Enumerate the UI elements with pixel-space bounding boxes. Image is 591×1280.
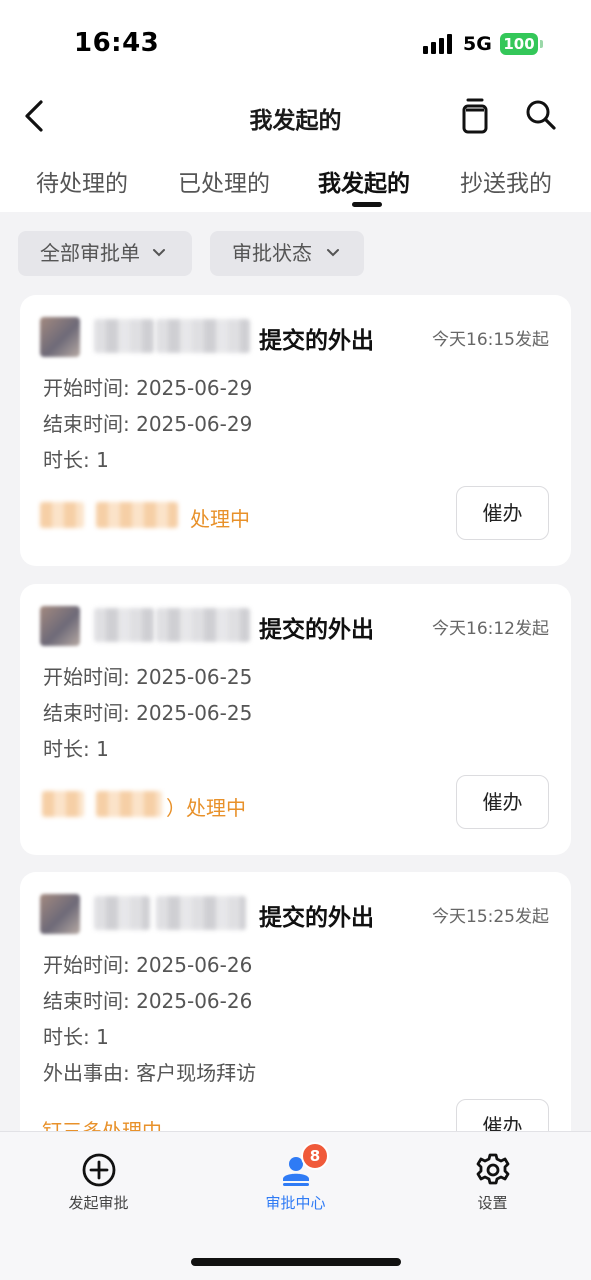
redacted-name xyxy=(156,608,250,642)
field-end: 结束时间: 2025-06-26 xyxy=(43,989,253,1013)
card-title: 提交的外出 xyxy=(259,905,374,931)
redacted-approver xyxy=(40,502,84,528)
tab-start-approval[interactable]: 发起审批 xyxy=(0,1132,197,1232)
battery-icon: 100 xyxy=(500,33,538,55)
tab-label: 发起审批 xyxy=(68,1194,129,1212)
redacted-name xyxy=(156,319,250,353)
signal-icon xyxy=(423,34,455,54)
plus-circle-icon xyxy=(82,1153,116,1187)
card-time: 今天16:12发起 xyxy=(432,619,549,639)
avatar xyxy=(40,317,80,357)
nav-header: 我发起的 xyxy=(0,88,591,148)
field-start: 开始时间: 2025-06-29 xyxy=(43,376,253,400)
tab-cc[interactable]: 抄送我的 xyxy=(460,164,552,198)
redacted-approver xyxy=(96,791,162,817)
approval-card[interactable]: 提交的外出 今天16:12发起 开始时间: 2025-06-25 结束时间: 2… xyxy=(20,584,571,855)
avatar xyxy=(40,606,80,646)
approval-card[interactable]: 提交的外出 今天16:15发起 开始时间: 2025-06-29 结束时间: 2… xyxy=(20,295,571,566)
redacted-name xyxy=(94,896,150,930)
status-text: 处理中 xyxy=(190,507,250,531)
urge-button[interactable]: 催办 xyxy=(456,486,549,540)
network-label: 5G xyxy=(463,33,492,55)
field-end: 结束时间: 2025-06-25 xyxy=(43,701,253,725)
tab-indicator xyxy=(352,202,382,207)
field-duration: 时长: 1 xyxy=(43,448,109,472)
urge-button[interactable]: 催办 xyxy=(456,775,549,829)
filter-label: 全部审批单 xyxy=(40,241,140,265)
search-icon[interactable] xyxy=(524,98,558,132)
redacted-name xyxy=(94,608,154,642)
redacted-approver xyxy=(42,791,84,817)
redacted-approver xyxy=(96,502,178,528)
battery-cap xyxy=(540,40,543,48)
field-start: 开始时间: 2025-06-25 xyxy=(43,665,253,689)
field-duration: 时长: 1 xyxy=(43,1025,109,1049)
chevron-down-icon xyxy=(327,249,339,257)
card-title: 提交的外出 xyxy=(259,328,374,354)
field-duration: 时长: 1 xyxy=(43,737,109,761)
card-time: 今天15:25发起 xyxy=(432,907,549,927)
tab-settings[interactable]: 设置 xyxy=(394,1132,591,1232)
home-indicator xyxy=(191,1258,401,1266)
filter-label: 审批状态 xyxy=(232,241,312,265)
tab-approval-center[interactable]: 8 审批中心 xyxy=(197,1132,394,1232)
chevron-down-icon xyxy=(153,249,165,257)
card-time: 今天16:15发起 xyxy=(432,330,549,350)
field-start: 开始时间: 2025-06-26 xyxy=(43,953,253,977)
tab-initiated[interactable]: 我发起的 xyxy=(318,164,410,198)
notification-badge: 8 xyxy=(301,1142,329,1170)
filter-all-forms[interactable]: 全部审批单 xyxy=(18,231,192,276)
approval-card[interactable]: 提交的外出 今天15:25发起 开始时间: 2025-06-26 结束时间: 2… xyxy=(20,872,571,1172)
status-bar: 16:43 5G 100 xyxy=(0,0,591,88)
gear-icon xyxy=(476,1153,510,1185)
tab-processed[interactable]: 已处理的 xyxy=(178,164,270,198)
tab-pending[interactable]: 待处理的 xyxy=(36,164,128,198)
field-reason: 外出事由: 客户现场拜访 xyxy=(43,1061,257,1085)
clipboard-icon[interactable] xyxy=(458,96,492,136)
field-end: 结束时间: 2025-06-29 xyxy=(43,412,253,436)
status-text: ）处理中 xyxy=(166,796,246,820)
redacted-name xyxy=(156,896,246,930)
status-time: 16:43 xyxy=(74,28,160,58)
page-title: 我发起的 xyxy=(249,108,342,134)
tab-label: 审批中心 xyxy=(265,1194,326,1212)
tab-label: 设置 xyxy=(477,1194,508,1212)
filter-approval-status[interactable]: 审批状态 xyxy=(210,231,364,276)
avatar xyxy=(40,894,80,934)
redacted-name xyxy=(94,319,154,353)
tab-bar: 待处理的 已处理的 我发起的 抄送我的 xyxy=(0,148,591,212)
card-title: 提交的外出 xyxy=(259,617,374,643)
